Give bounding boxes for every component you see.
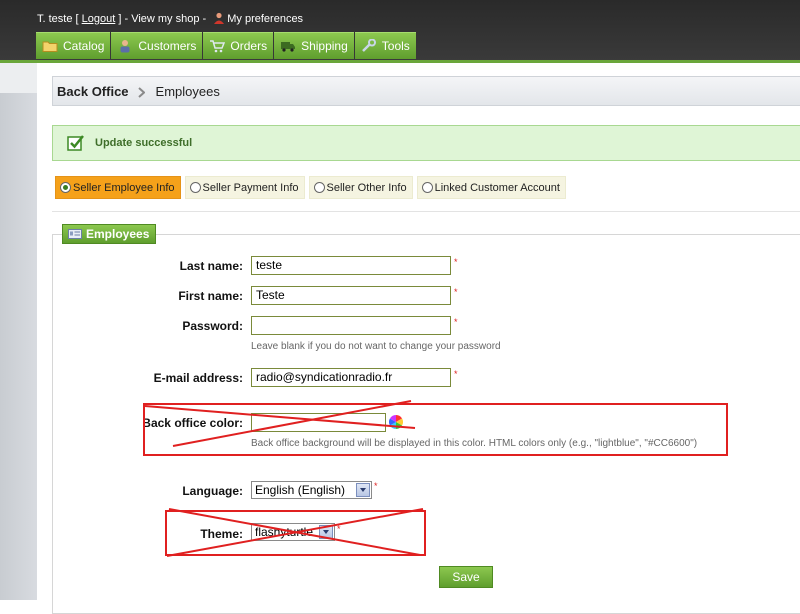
fieldset-legend: Employees <box>62 224 157 244</box>
customer-icon <box>117 39 133 53</box>
radio-icon[interactable] <box>313 182 325 193</box>
tab-orders[interactable]: Orders <box>203 32 274 59</box>
tab-tools[interactable]: Tools <box>354 32 416 59</box>
subtab-seller-employee-info[interactable]: Seller Employee Info <box>55 176 181 199</box>
chevron-down-icon[interactable] <box>356 483 370 497</box>
logout-link[interactable]: Logout <box>82 13 116 25</box>
top-bar: T. teste [ Logout ] - View my shop - My … <box>0 0 800 61</box>
required-mark: * <box>454 287 458 297</box>
last-name-label: Last name: <box>179 259 243 273</box>
tab-catalog[interactable]: Catalog <box>36 32 111 59</box>
required-mark: * <box>374 481 378 491</box>
annotation-cross <box>166 508 424 557</box>
tab-customers[interactable]: Customers <box>111 32 203 59</box>
required-mark: * <box>454 257 458 267</box>
subtab-seller-other-info[interactable]: Seller Other Info <box>308 176 413 199</box>
checkmark-icon <box>67 135 84 151</box>
user-preferences-icon <box>213 12 225 24</box>
save-button[interactable]: Save <box>439 566 493 588</box>
radio-icon[interactable] <box>60 182 71 193</box>
last-name-input[interactable]: teste <box>251 256 451 275</box>
first-name-input[interactable]: Teste <box>251 286 451 305</box>
success-text: Update successful <box>95 137 193 149</box>
main-nav: Catalog Customers Orders Shipping Tools <box>36 32 417 60</box>
chevron-right-icon <box>137 86 146 98</box>
subtab-seller-payment-info[interactable]: Seller Payment Info <box>184 176 305 199</box>
first-name-label: First name: <box>178 289 243 303</box>
subtab-linked-customer-account[interactable]: Linked Customer Account <box>416 176 566 199</box>
success-message: Update successful <box>52 125 800 161</box>
radio-icon[interactable] <box>189 182 201 193</box>
preferences-link[interactable]: My preferences <box>227 13 303 25</box>
password-label: Password: <box>182 319 243 333</box>
language-label: Language: <box>182 484 243 498</box>
user-name: T. teste <box>37 13 73 25</box>
wrench-icon <box>361 38 377 53</box>
password-hint: Leave blank if you do not want to change… <box>251 341 501 352</box>
cart-icon <box>209 39 226 53</box>
folder-icon <box>42 39 58 53</box>
password-input[interactable] <box>251 316 451 335</box>
id-card-icon <box>68 229 82 239</box>
email-input[interactable]: radio@syndicationradio.fr <box>251 368 451 387</box>
breadcrumb: Back Office Employees <box>52 76 800 106</box>
breadcrumb-root-link[interactable]: Back Office <box>57 84 129 99</box>
tab-shipping[interactable]: Shipping <box>274 32 354 59</box>
language-select[interactable]: English (English) <box>251 481 372 499</box>
annotation-cross <box>144 400 416 447</box>
left-side-panel <box>0 63 37 600</box>
employee-subtabs: Seller Employee Info Seller Payment Info… <box>55 176 570 199</box>
user-line: T. teste [ Logout ] - View my shop - My … <box>37 12 304 25</box>
divider <box>52 211 800 212</box>
required-mark: * <box>454 317 458 327</box>
required-mark: * <box>454 369 458 379</box>
view-shop-link[interactable]: View my shop <box>131 13 199 25</box>
radio-icon[interactable] <box>421 182 433 193</box>
truck-icon <box>280 39 296 53</box>
breadcrumb-current: Employees <box>155 83 220 99</box>
email-label: E-mail address: <box>153 371 243 385</box>
